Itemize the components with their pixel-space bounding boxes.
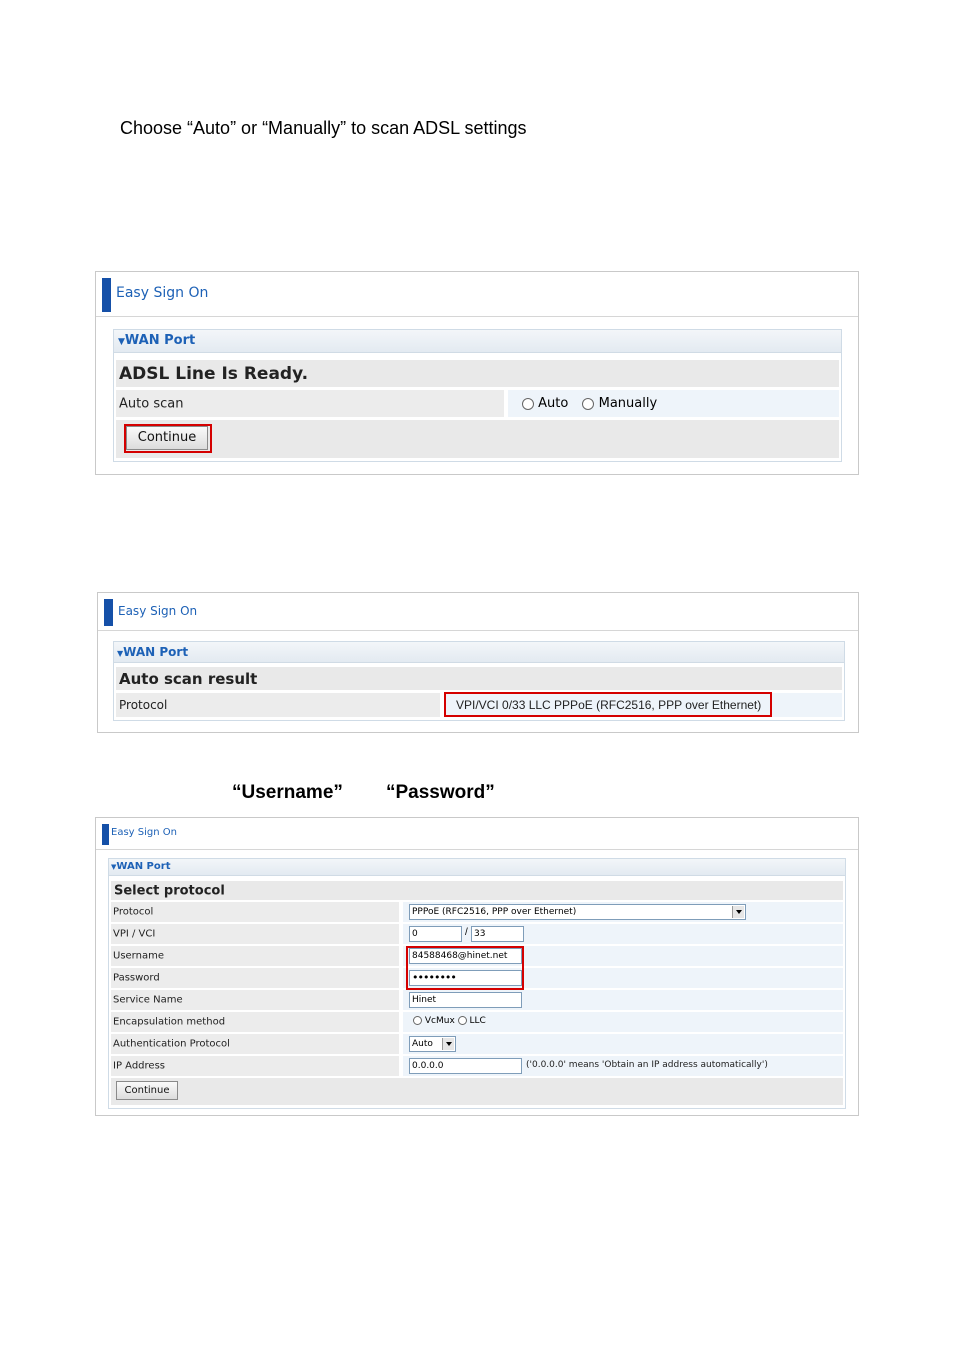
service-name-label: Service Name (113, 994, 183, 1006)
protocol-label: Protocol (113, 906, 154, 918)
wan-port-header[interactable]: ▼WAN Port (114, 642, 844, 663)
wan-port-header[interactable]: ▼WAN Port (109, 859, 845, 876)
encapsulation-label-cell: Encapsulation method (111, 1012, 399, 1032)
dropdown-arrow-icon (442, 1038, 454, 1050)
vpi-vci-label-cell: VPI / VCI (111, 924, 399, 944)
auto-radio[interactable] (522, 397, 534, 410)
continue-highlight (124, 424, 212, 453)
panel-title: Easy Sign On (116, 285, 209, 301)
password-label-cell: Password (111, 968, 399, 988)
continue-button[interactable]: Continue (116, 1081, 178, 1100)
protocol-label: Protocol (119, 698, 168, 712)
protocol-row: Protocol PPPoE (RFC2516, PPP over Ethern… (111, 902, 843, 922)
intro-text: Choose “Auto” or “Manually” to scan ADSL… (120, 118, 527, 138)
protocol-select[interactable]: PPPoE (RFC2516, PPP over Ethernet) (409, 904, 746, 920)
encapsulation-label: Encapsulation method (113, 1016, 226, 1028)
panel-header: Easy Sign On (98, 593, 858, 631)
select-protocol-heading: Select protocol (114, 883, 225, 898)
llc-radio[interactable] (457, 1016, 467, 1025)
easy-sign-on-panel-1: Easy Sign On ▼WAN Port ADSL Line Is Read… (95, 271, 859, 475)
vpi-input[interactable]: 0 (409, 926, 462, 942)
ip-address-value-cell: 0.0.0.0 ('0.0.0.0' means 'Obtain an IP a… (403, 1056, 843, 1076)
auth-protocol-select-value: Auto (412, 1039, 433, 1049)
vcmux-radio[interactable] (413, 1016, 422, 1025)
header-accent-bar (104, 599, 113, 626)
auto-scan-row: Auto scan Auto Manually (116, 390, 839, 417)
result-heading-row: Auto scan result (116, 667, 842, 690)
password-label: Password (113, 972, 160, 984)
protocol-label-cell: Protocol (116, 693, 440, 717)
easy-sign-on-panel-2: Easy Sign On ▼WAN Port Auto scan result … (97, 592, 859, 733)
auth-protocol-label-cell: Authentication Protocol (111, 1034, 399, 1054)
service-name-label-cell: Service Name (111, 990, 399, 1010)
ip-address-note: ('0.0.0.0' means 'Obtain an IP address a… (526, 1060, 768, 1070)
wan-port-label: WAN Port (123, 645, 189, 659)
username-label-cell: Username (111, 946, 399, 966)
protocol-value-cell: VPI/VCI 0/33 LLC PPPoE (RFC2516, PPP ove… (444, 692, 842, 717)
wan-port-box: ▼WAN Port ADSL Line Is Ready. Auto scan … (113, 329, 842, 462)
auto-radio-label: Auto (538, 396, 569, 411)
service-name-input[interactable]: Hinet (409, 992, 522, 1008)
username-caption: “Username” (232, 782, 343, 803)
ip-address-input[interactable]: 0.0.0.0 (409, 1058, 522, 1074)
wan-port-box: ▼WAN Port Auto scan result Protocol VPI/… (113, 641, 845, 721)
panel-title: Easy Sign On (118, 604, 198, 618)
panel-header: Easy Sign On (96, 818, 858, 850)
ip-address-label: IP Address (113, 1060, 165, 1072)
encapsulation-row: Encapsulation method VcMux LLC (111, 1012, 843, 1032)
auth-protocol-row: Authentication Protocol Auto (111, 1034, 843, 1054)
ip-address-row: IP Address 0.0.0.0 ('0.0.0.0' means 'Obt… (111, 1056, 843, 1076)
panel-title: Easy Sign On (111, 827, 177, 838)
service-name-row: Service Name Hinet (111, 990, 843, 1010)
manually-radio[interactable] (582, 397, 595, 410)
credentials-highlight (406, 946, 524, 990)
encapsulation-value-cell: VcMux LLC (403, 1012, 843, 1032)
username-label: Username (113, 950, 164, 962)
llc-radio-label: LLC (469, 1016, 486, 1026)
auto-scan-options-cell: Auto Manually (508, 390, 839, 417)
easy-sign-on-panel-3: Easy Sign On ▼WAN Port Select protocol P… (95, 817, 859, 1116)
vcmux-radio-label: VcMux (424, 1016, 455, 1026)
vpi-vci-row: VPI / VCI 0 / 33 (111, 924, 843, 944)
status-row: ADSL Line Is Ready. (116, 360, 839, 387)
protocol-value-cell: PPPoE (RFC2516, PPP over Ethernet) (403, 902, 843, 922)
dropdown-arrow-icon (732, 906, 744, 918)
vpi-vci-label: VPI / VCI (113, 928, 156, 940)
auth-protocol-label: Authentication Protocol (113, 1038, 230, 1050)
vpi-vci-separator: / (465, 927, 468, 938)
auth-protocol-value-cell: Auto (403, 1034, 843, 1054)
protocol-select-value: PPPoE (RFC2516, PPP over Ethernet) (412, 907, 577, 917)
panel-header: Easy Sign On (96, 272, 858, 317)
vpi-vci-value-cell: 0 / 33 (403, 924, 843, 944)
continue-row: Continue (111, 1078, 843, 1105)
wan-port-label: WAN Port (124, 333, 196, 348)
status-heading: ADSL Line Is Ready. (119, 363, 309, 384)
service-name-value-cell: Hinet (403, 990, 843, 1010)
continue-row: Continue (116, 420, 839, 458)
password-caption: “Password” (386, 782, 495, 803)
header-accent-bar (102, 278, 111, 312)
result-heading: Auto scan result (119, 669, 258, 688)
vci-input[interactable]: 33 (471, 926, 524, 942)
collapse-triangle-icon: ▼ (118, 337, 125, 347)
ip-address-label-cell: IP Address (111, 1056, 399, 1076)
auto-scan-label-cell: Auto scan (116, 390, 504, 417)
protocol-row: Protocol VPI/VCI 0/33 LLC PPPoE (RFC2516… (116, 692, 842, 717)
auto-scan-label: Auto scan (119, 396, 184, 411)
select-protocol-row: Select protocol (111, 881, 843, 900)
wan-port-header[interactable]: ▼WAN Port (114, 330, 841, 353)
header-accent-bar (102, 824, 109, 845)
protocol-value: VPI/VCI 0/33 LLC PPPoE (RFC2516, PPP ove… (456, 698, 762, 712)
protocol-label-cell: Protocol (111, 902, 399, 922)
manually-radio-label: Manually (598, 396, 658, 411)
auth-protocol-select[interactable]: Auto (409, 1036, 456, 1052)
wan-port-label: WAN Port (116, 861, 171, 872)
wan-port-box: ▼WAN Port Select protocol Protocol PPPoE… (108, 858, 846, 1109)
